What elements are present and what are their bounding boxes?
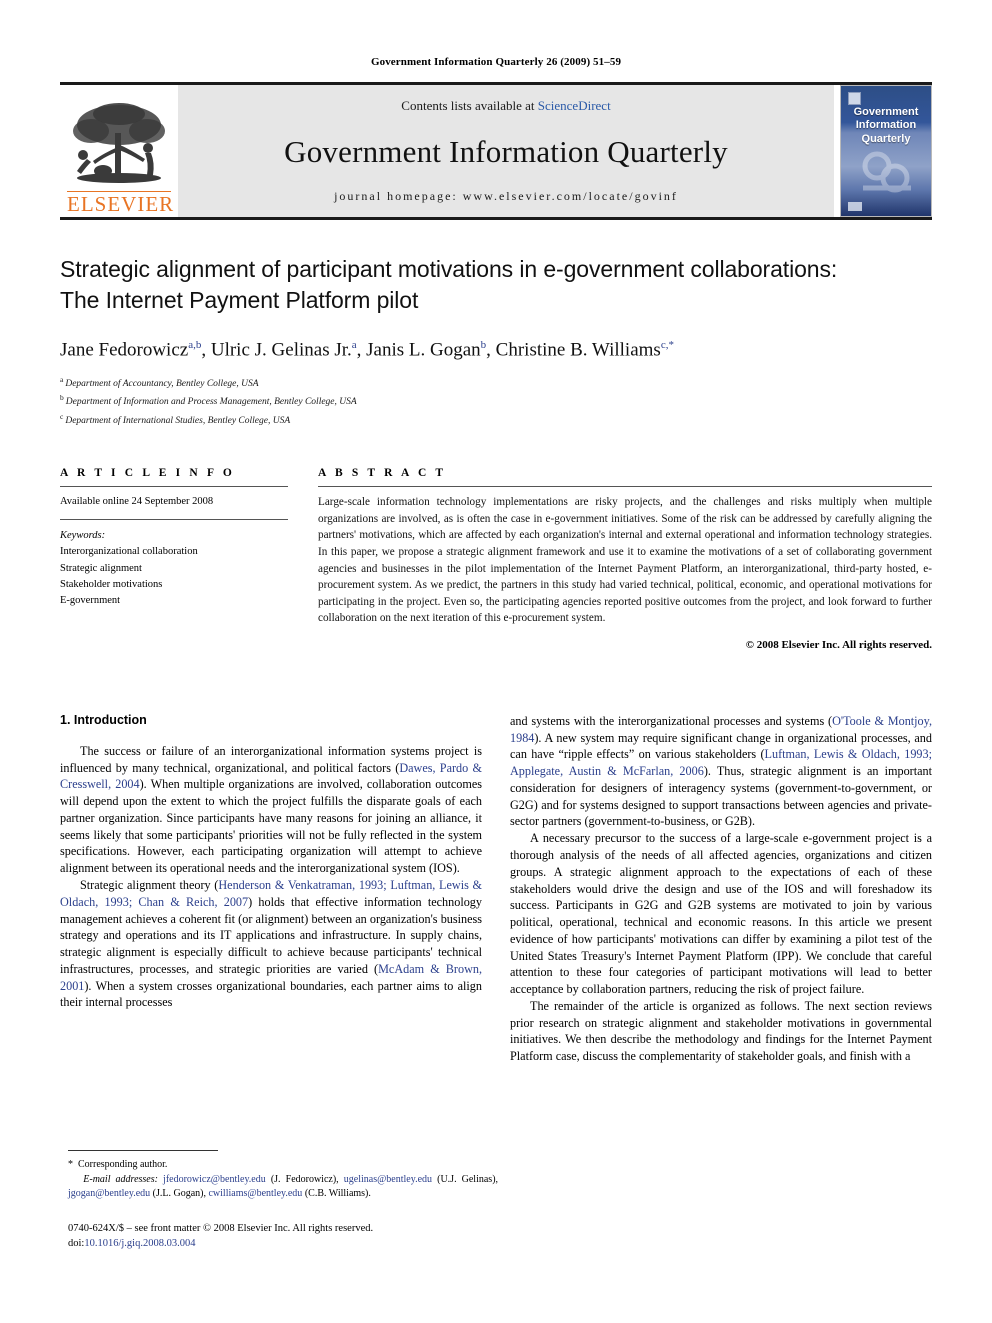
author-affil-marker: c,* — [660, 338, 674, 351]
body-paragraph: The remainder of the article is organize… — [510, 998, 932, 1064]
email-link[interactable]: jfedorowicz@bentley.edu — [163, 1174, 266, 1185]
article-page: Government Information Quarterly 26 (200… — [0, 0, 992, 1323]
body-paragraph: Strategic alignment theory (Henderson & … — [60, 877, 483, 1010]
issn-line: 0740-624X/$ – see front matter © 2008 El… — [68, 1222, 374, 1234]
keywords-label: Keywords: — [60, 529, 106, 541]
running-head: Government Information Quarterly 26 (200… — [370, 56, 622, 68]
cover-bottom-badge-icon — [848, 202, 862, 211]
article-title-line-2: The Internet Payment Platform pilot — [60, 286, 419, 313]
citation-link[interactable]: O'Toole & Montjoy, 1984 — [510, 714, 932, 745]
affiliation-list: a Department of Accountancy, Bentley Coll… — [60, 374, 932, 430]
email-owner: (U.J. Gelinas), — [437, 1173, 499, 1185]
cover-rings-graphic-icon — [862, 151, 911, 193]
doi-label: doi: — [68, 1238, 85, 1250]
title-block: Strategic alignment of participant motiv… — [60, 254, 932, 429]
journal-title: Government Information Quarterly — [284, 133, 728, 169]
cover-title-line-1: Government — [853, 106, 919, 118]
masthead-center: Contents lists available at ScienceDirec… — [178, 85, 834, 217]
keyword-item: Interorganizational collaboration — [60, 546, 198, 558]
affiliation-item: a Department of Accountancy, Bentley Coll… — [60, 374, 932, 393]
footnote-block: * Corresponding author. E-mail addresses:… — [68, 1150, 498, 1252]
abstract-rule — [318, 486, 932, 488]
keyword-item: E-government — [60, 595, 121, 607]
citation-link[interactable]: Henderson & Venkatraman, 1993; Luftman, … — [60, 878, 482, 909]
elsevier-wordmark: ELSEVIER — [67, 190, 175, 216]
corresponding-author-text: Corresponding author. — [78, 1159, 168, 1170]
body-columns: 1. Introduction The success or failure o… — [60, 713, 932, 1065]
email-owner: (J. Fedorowicz), — [270, 1173, 339, 1185]
affiliation-marker: a — [60, 374, 64, 384]
email-label: E-mail addresses: — [83, 1173, 158, 1185]
email-owner: (C.B. Williams). — [304, 1188, 371, 1199]
body-paragraph: and systems with the interorganizational… — [510, 713, 933, 829]
article-info-panel: A R T I C L E I N F O Available online 2… — [60, 467, 288, 651]
email-addresses-note: E-mail addresses: jfedorowicz@bentley.ed… — [68, 1173, 498, 1202]
elsevier-logo: ELSEVIER — [60, 85, 178, 217]
author-name: Jane Fedorowicz — [60, 338, 189, 360]
body-paragraph: A necessary precursor to the success of … — [510, 831, 932, 997]
author-name: Janis L. Gogan — [366, 338, 481, 360]
author-sep: , — [201, 338, 211, 360]
elsevier-tree-icon — [73, 102, 165, 183]
cover-top-badge-icon — [848, 92, 861, 105]
journal-cover-thumbnail: Government Information Quarterly — [840, 85, 932, 217]
article-info-rule-top — [60, 486, 288, 488]
abstract-panel: A B S T R A C T Large-scale information … — [318, 467, 932, 651]
email-owner: (J.L. Gogan), — [152, 1188, 206, 1199]
author-affil-marker: a,b — [188, 338, 202, 351]
info-abstract-region: A R T I C L E I N F O Available online 2… — [60, 467, 932, 651]
cover-title-line-2: Information — [855, 119, 917, 132]
cover-title: Government Information Quarterly — [841, 106, 931, 146]
author-name: Ulric J. Gelinas Jr. — [210, 338, 352, 360]
corresponding-author-note: * Corresponding author. — [68, 1158, 498, 1173]
affiliation-marker: b — [60, 393, 64, 403]
section-heading-introduction: 1. Introduction — [60, 712, 147, 727]
body-paragraph: The success or failure of an interorgani… — [60, 743, 483, 876]
email-link[interactable]: ugelinas@bentley.edu — [344, 1174, 432, 1185]
affiliation-marker: c — [60, 411, 64, 421]
footnote-rule — [68, 1150, 218, 1151]
contents-prefix: Contents lists available at — [401, 98, 538, 113]
keyword-item: Strategic alignment — [60, 562, 142, 574]
author-sep: , — [486, 338, 496, 360]
contents-lists-line: Contents lists available at ScienceDirec… — [401, 98, 610, 114]
affiliation-text: Department of Accountancy, Bentley Colle… — [65, 378, 259, 389]
article-history: Available online 24 September 2008 — [60, 496, 214, 508]
author-list: Jane Fedorowicza,b, Ulric J. Gelinas Jr.… — [60, 338, 932, 363]
body-column-right: and systems with the interorganizational… — [510, 713, 932, 1065]
article-title-line-1: Strategic alignment of participant motiv… — [60, 256, 838, 282]
affiliation-text: Department of Information and Process Ma… — [65, 397, 357, 408]
affiliation-item: b Department of Information and Process M… — [60, 392, 932, 411]
keyword-item: Stakeholder motivations — [60, 578, 163, 590]
author-sep: , — [356, 338, 367, 360]
citation-link[interactable]: Dawes, Pardo & Cresswell, 2004 — [60, 761, 482, 792]
affiliation-item: c Department of International Studies, Be… — [60, 411, 932, 430]
sciencedirect-link[interactable]: ScienceDirect — [538, 98, 611, 113]
citation-link[interactable]: Luftman, Lewis & Oldach, 1993; Applegate… — [510, 747, 932, 778]
author-name: Christine B. Williams — [495, 338, 661, 360]
doi-link[interactable]: 10.1016/j.giq.2008.03.004 — [84, 1238, 195, 1249]
article-info-rule-mid — [60, 518, 288, 520]
issn-copyright-block: 0740-624X/$ – see front matter © 2008 El… — [68, 1221, 498, 1253]
abstract-text: Large-scale information technology imple… — [318, 496, 932, 625]
journal-masthead: ELSEVIER Contents lists available at Sci… — [60, 82, 932, 217]
article-title: Strategic alignment of participant motiv… — [60, 254, 932, 316]
email-link[interactable]: cwilliams@bentley.edu — [208, 1188, 302, 1199]
email-link[interactable]: jgogan@bentley.edu — [68, 1188, 150, 1199]
masthead-bottom-rule — [60, 217, 932, 220]
citation-link[interactable]: McAdam & Brown, 2001 — [60, 962, 482, 993]
affiliation-text: Department of International Studies, Ben… — [65, 415, 291, 426]
article-info-heading: A R T I C L E I N F O — [60, 467, 235, 480]
cover-title-line-3: Quarterly — [861, 132, 911, 145]
abstract-heading: A B S T R A C T — [318, 467, 447, 480]
body-column-left: 1. Introduction The success or failure o… — [60, 713, 482, 1065]
abstract-copyright: © 2008 Elsevier Inc. All rights reserved… — [745, 638, 932, 651]
corresponding-author-marker: * — [68, 1159, 73, 1170]
doi-line: doi:10.1016/j.giq.2008.03.004 — [68, 1236, 498, 1252]
journal-homepage[interactable]: journal homepage: www.elsevier.com/locat… — [334, 189, 678, 204]
